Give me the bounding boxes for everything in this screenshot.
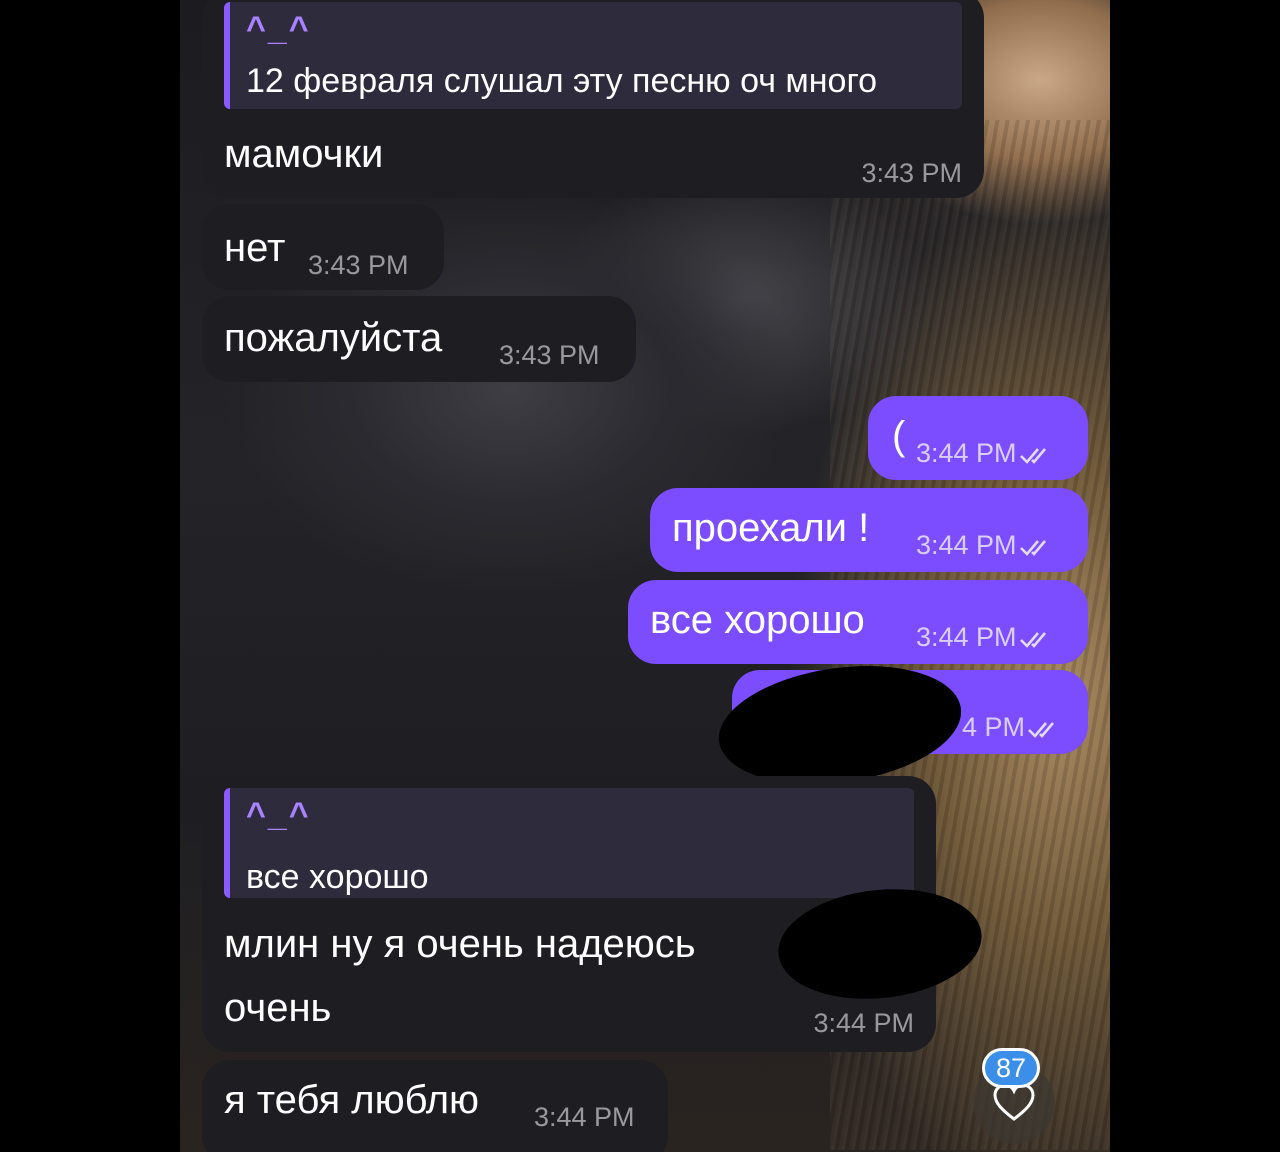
read-checkmarks-icon	[1028, 722, 1055, 738]
reaction-count-badge: 87	[982, 1048, 1040, 1088]
message-time: 3:43 PM	[861, 158, 962, 188]
message-time: 3:44 PM	[813, 1008, 914, 1038]
heart-icon	[993, 1083, 1035, 1121]
reply-quote[interactable]: ^_^ все хорошо	[224, 788, 914, 898]
message-time: 4 PM	[962, 712, 1063, 743]
message-time: 3:43 PM	[499, 340, 600, 370]
message-outgoing[interactable]: проехали ! 3:44 PM	[650, 488, 1088, 572]
read-checkmarks-icon	[1019, 540, 1046, 556]
read-checkmarks-icon	[1019, 632, 1046, 648]
message-outgoing[interactable]: все хорошо 3:44 PM	[628, 580, 1088, 664]
reply-text: все хорошо	[246, 858, 429, 896]
message-text: проехали !	[672, 506, 870, 550]
message-incoming[interactable]: ^_^ 12 февраля слушал эту песню оч много…	[202, 0, 984, 198]
message-time: 3:44 PM	[916, 622, 1055, 653]
reply-quote[interactable]: ^_^ 12 февраля слушал эту песню оч много	[224, 2, 962, 109]
message-text: (	[892, 414, 906, 458]
message-text: я тебя люблю	[224, 1078, 480, 1122]
message-incoming[interactable]: я тебя люблю 3:44 PM	[202, 1060, 668, 1152]
reply-author: ^_^	[246, 10, 311, 48]
read-checkmarks-icon	[1019, 448, 1046, 464]
message-time: 3:44 PM	[916, 438, 1055, 469]
message-text: очень	[224, 986, 332, 1030]
reply-author: ^_^	[246, 796, 311, 834]
message-incoming[interactable]: нет 3:43 PM	[202, 204, 444, 290]
message-time: 3:44 PM	[916, 530, 1055, 561]
message-text: пожалуйста	[224, 316, 443, 360]
message-time: 3:43 PM	[308, 250, 409, 280]
message-outgoing[interactable]: ( 3:44 PM	[868, 396, 1088, 480]
message-text: нет	[224, 226, 286, 270]
message-text: все хорошо	[650, 598, 865, 642]
reply-text: 12 февраля слушал эту песню оч много	[246, 62, 878, 100]
message-text: млин ну я очень надеюсь	[224, 922, 696, 966]
message-text: мамочки	[224, 132, 384, 176]
chat-screen: ^_^ 12 февраля слушал эту песню оч много…	[180, 0, 1110, 1152]
message-time: 3:44 PM	[534, 1102, 635, 1132]
message-incoming[interactable]: пожалуйста 3:43 PM	[202, 296, 636, 382]
